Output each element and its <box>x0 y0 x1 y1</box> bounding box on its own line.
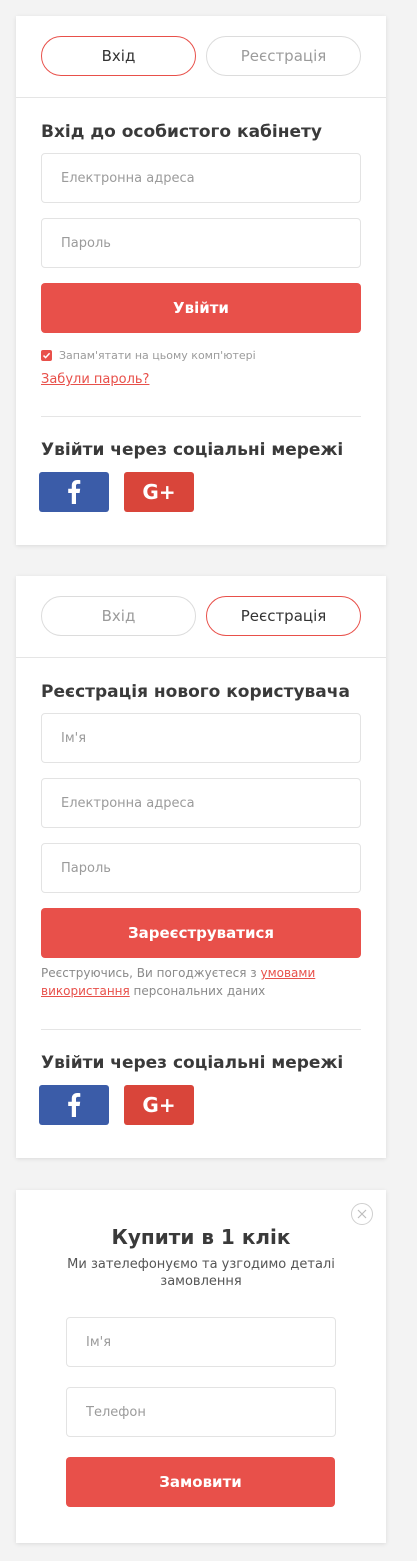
close-button[interactable] <box>351 1203 373 1225</box>
email-field[interactable] <box>41 153 361 203</box>
email-input[interactable] <box>42 154 360 202</box>
phone-field[interactable] <box>66 1387 336 1437</box>
google-plus-icon: G+ <box>142 480 176 504</box>
terms-prefix: Реєструючись, Ви погоджуєтеся з <box>41 966 261 980</box>
register-button[interactable]: Зареєструватися <box>41 908 361 958</box>
password-input[interactable] <box>42 844 360 892</box>
remember-me[interactable]: Запам'ятати на цьому комп'ютері <box>41 349 256 362</box>
terms-text: Реєструючись, Ви погоджуєтеся з умовами … <box>41 964 363 1000</box>
close-icon <box>357 1209 367 1219</box>
social-divider <box>41 1029 361 1030</box>
tab-register[interactable]: Реєстрація <box>206 596 361 636</box>
one-click-card: Купити в 1 клік Ми зателефонуємо та узго… <box>16 1190 386 1543</box>
email-field[interactable] <box>41 778 361 828</box>
facebook-login-button[interactable] <box>39 472 109 512</box>
tabs-divider <box>16 657 386 658</box>
tab-login[interactable]: Вхід <box>41 596 196 636</box>
name-input[interactable] <box>42 714 360 762</box>
remember-checkbox[interactable] <box>41 350 52 361</box>
register-card: Вхід Реєстрація Реєстрація нового корист… <box>16 576 386 1158</box>
tabs-divider <box>16 97 386 98</box>
register-heading: Реєстрація нового користувача <box>41 682 350 702</box>
facebook-icon <box>68 480 81 504</box>
login-heading: Вхід до особистого кабінету <box>41 122 322 142</box>
phone-input[interactable] <box>67 1388 335 1436</box>
facebook-icon <box>68 1093 81 1117</box>
google-plus-login-button[interactable]: G+ <box>124 1085 194 1125</box>
check-icon <box>42 352 51 359</box>
password-field[interactable] <box>41 843 361 893</box>
social-heading: Увійти через соціальні мережі <box>41 440 344 460</box>
social-heading: Увійти через соціальні мережі <box>41 1053 344 1073</box>
name-field[interactable] <box>66 1317 336 1367</box>
order-button[interactable]: Замовити <box>66 1457 335 1507</box>
login-card: Вхід Реєстрація Вхід до особистого кабін… <box>16 16 386 545</box>
password-field[interactable] <box>41 218 361 268</box>
auth-tabs: Вхід Реєстрація <box>41 36 361 76</box>
remember-label: Запам'ятати на цьому комп'ютері <box>59 349 256 362</box>
password-input[interactable] <box>42 219 360 267</box>
google-plus-login-button[interactable]: G+ <box>124 472 194 512</box>
name-field[interactable] <box>41 713 361 763</box>
google-plus-icon: G+ <box>142 1093 176 1117</box>
forgot-password-link[interactable]: Забули пароль? <box>41 372 149 387</box>
name-input[interactable] <box>67 1318 335 1366</box>
tab-login[interactable]: Вхід <box>41 36 196 76</box>
social-divider <box>41 416 361 417</box>
auth-tabs: Вхід Реєстрація <box>41 596 361 636</box>
one-click-subtitle: Ми зателефонуємо та узгодимо деталі замо… <box>67 1257 335 1289</box>
email-input[interactable] <box>42 779 360 827</box>
tab-register[interactable]: Реєстрація <box>206 36 361 76</box>
login-button[interactable]: Увійти <box>41 283 361 333</box>
terms-suffix: персональних даних <box>129 984 266 998</box>
one-click-title: Купити в 1 клік <box>111 1225 291 1249</box>
facebook-login-button[interactable] <box>39 1085 109 1125</box>
